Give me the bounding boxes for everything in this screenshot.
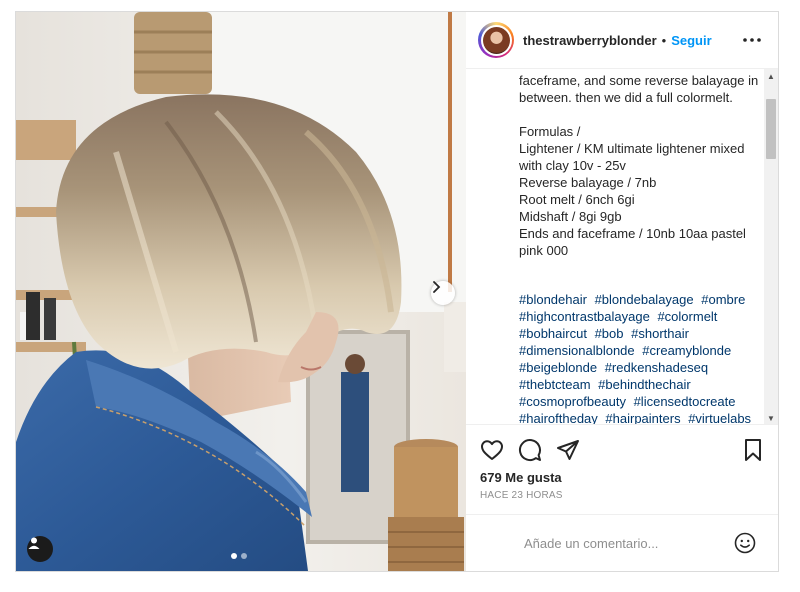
- comment-bar: [466, 514, 778, 571]
- hashtag-link[interactable]: #virtuelabs: [688, 411, 751, 424]
- hashtag-link[interactable]: #bobhaircut: [519, 326, 587, 341]
- carousel-dot-2: [241, 553, 247, 559]
- follow-button[interactable]: Seguir: [671, 33, 711, 48]
- post-media[interactable]: [16, 12, 466, 571]
- post-side-panel: thestrawberryblonder • Seguir faceframe,…: [466, 12, 778, 571]
- scroll-up-arrow[interactable]: ▲: [764, 69, 778, 83]
- caption-scroll-area[interactable]: faceframe, and some reverse balayage in …: [466, 69, 778, 425]
- hashtag-link[interactable]: #bob: [595, 326, 624, 341]
- carousel-indicator: [231, 553, 247, 559]
- like-button[interactable]: [480, 438, 504, 467]
- comment-input[interactable]: [522, 527, 726, 559]
- scroll-down-arrow[interactable]: ▼: [764, 411, 778, 424]
- hashtag-link[interactable]: #beigeblonde: [519, 360, 597, 375]
- hashtag-link[interactable]: #blondehair: [519, 292, 587, 307]
- caption-text: faceframe, and some reverse balayage in …: [519, 73, 759, 258]
- hashtag-link[interactable]: #licensedtocreate: [634, 394, 736, 409]
- heart-icon: [481, 440, 503, 460]
- username-link[interactable]: thestrawberryblonder: [523, 33, 657, 48]
- hashtag-link[interactable]: #cosmoprofbeauty: [519, 394, 626, 409]
- post-photo: [16, 12, 466, 571]
- bookmark-icon: [745, 439, 761, 461]
- hashtag-link[interactable]: #thebtcteam: [519, 377, 591, 392]
- more-horizontal-icon: [743, 38, 761, 42]
- comment-button[interactable]: [518, 438, 542, 467]
- post-header: thestrawberryblonder • Seguir: [466, 12, 778, 69]
- hashtag-link[interactable]: #creamyblonde: [642, 343, 731, 358]
- share-icon: [557, 440, 579, 460]
- hashtag-link[interactable]: #redkenshadeseq: [605, 360, 708, 375]
- avatar[interactable]: [478, 22, 514, 58]
- hashtag-link[interactable]: #blondebalayage: [595, 292, 694, 307]
- avatar-image: [482, 26, 510, 54]
- hashtag-link[interactable]: #shorthair: [631, 326, 689, 341]
- chevron-right-icon: [433, 281, 441, 293]
- emoji-icon: [734, 532, 756, 554]
- post-timestamp[interactable]: HACE 23 HORAS: [480, 490, 563, 501]
- tagged-users-button[interactable]: [27, 536, 53, 562]
- hashtag-link[interactable]: #ombre: [701, 292, 745, 307]
- hashtag-link[interactable]: #dimensionalblonde: [519, 343, 635, 358]
- like-count[interactable]: 679 Me gusta: [480, 470, 562, 485]
- comment-icon: [519, 439, 541, 461]
- carousel-dot-1: [231, 553, 237, 559]
- action-bar: [466, 425, 778, 475]
- user-tag-icon: [28, 537, 40, 549]
- scrollbar-thumb[interactable]: [766, 99, 776, 159]
- hashtag-link[interactable]: #colormelt: [657, 309, 717, 324]
- instagram-post: thestrawberryblonder • Seguir faceframe,…: [15, 11, 779, 572]
- scrollbar[interactable]: ▲ ▼: [764, 69, 778, 424]
- hashtag-link[interactable]: #highcontrastbalayage: [519, 309, 650, 324]
- hashtag-link[interactable]: #behindthechair: [598, 377, 691, 392]
- hashtag-link[interactable]: #hairpainters: [605, 411, 680, 424]
- emoji-button[interactable]: [734, 532, 756, 559]
- header-separator: •: [661, 32, 667, 48]
- hashtag-link[interactable]: #hairoftheday: [519, 411, 598, 424]
- share-button[interactable]: [556, 438, 580, 467]
- next-slide-button[interactable]: [431, 281, 455, 305]
- save-button[interactable]: [742, 438, 764, 467]
- more-options-button[interactable]: [742, 30, 762, 55]
- hashtag-list: #blondehair #blondebalayage #ombre #high…: [519, 291, 759, 424]
